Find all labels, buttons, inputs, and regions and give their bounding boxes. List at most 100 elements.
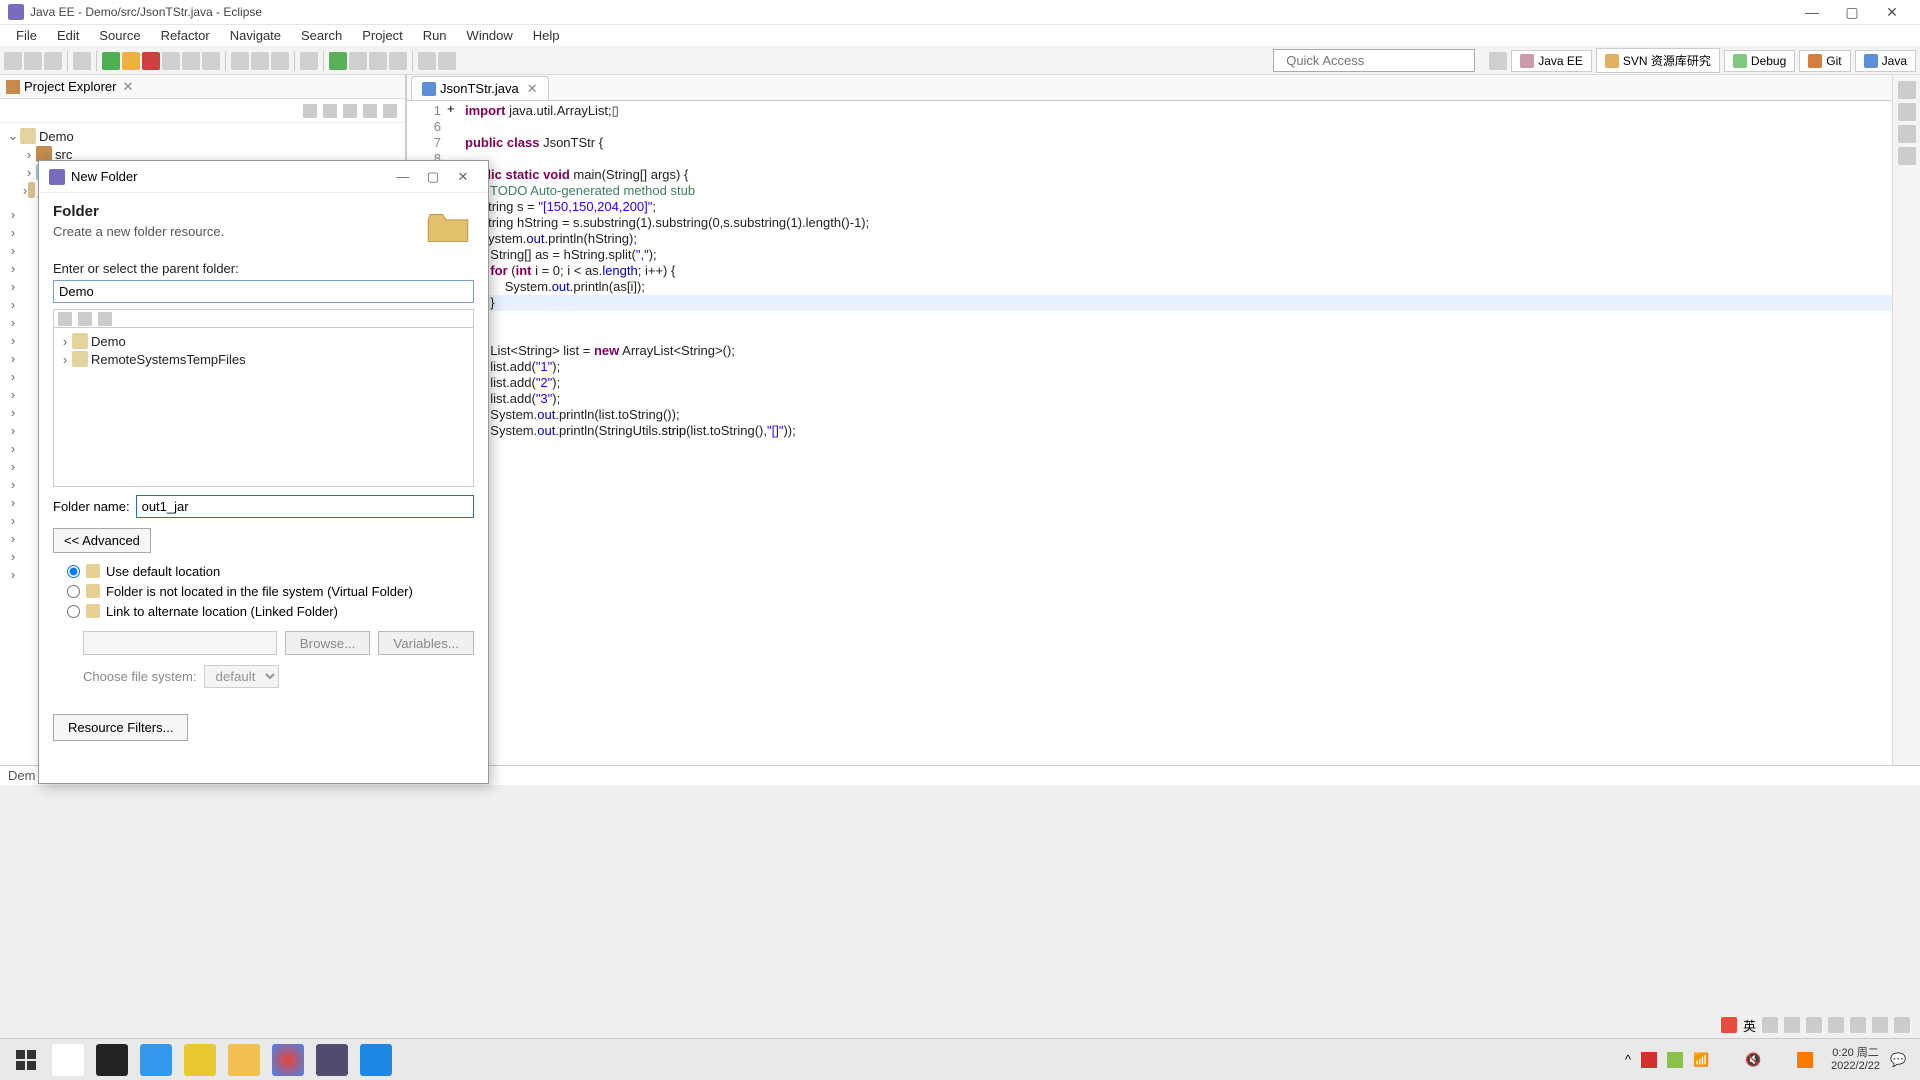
ime-voice-icon[interactable] bbox=[1806, 1017, 1822, 1033]
minimize-view-icon[interactable] bbox=[363, 104, 377, 118]
ime-lang[interactable]: 英 bbox=[1743, 1016, 1756, 1035]
taskbar-clock[interactable]: 0:20 周二2022/2/22 bbox=[1831, 1047, 1880, 1073]
menu-help[interactable]: Help bbox=[523, 26, 570, 45]
app2-icon[interactable] bbox=[184, 1044, 216, 1076]
dialog-folder-tree[interactable]: ›Demo ›RemoteSystemsTempFiles bbox=[53, 327, 474, 487]
ime-skin-icon[interactable] bbox=[1850, 1017, 1866, 1033]
menu-search[interactable]: Search bbox=[291, 26, 352, 45]
app1-icon[interactable] bbox=[96, 1044, 128, 1076]
search-icon[interactable] bbox=[300, 52, 318, 70]
link-editor-icon[interactable] bbox=[323, 104, 337, 118]
saveall-icon[interactable] bbox=[44, 52, 62, 70]
tasklist-icon[interactable] bbox=[1898, 103, 1916, 121]
ime-emoji-icon[interactable] bbox=[1784, 1017, 1800, 1033]
back-icon[interactable] bbox=[78, 312, 92, 326]
virtual-folder-radio[interactable]: Folder is not located in the file system… bbox=[67, 581, 474, 601]
sogou-icon[interactable] bbox=[1721, 1017, 1737, 1033]
menu-run[interactable]: Run bbox=[413, 26, 457, 45]
wifi-icon[interactable] bbox=[1719, 1052, 1735, 1068]
volume-icon[interactable]: 🔇 bbox=[1745, 1052, 1761, 1068]
save-icon[interactable] bbox=[24, 52, 42, 70]
file-explorer-icon[interactable] bbox=[228, 1044, 260, 1076]
tree-remote[interactable]: ›RemoteSystemsTempFiles bbox=[58, 350, 469, 368]
markers-icon[interactable] bbox=[1898, 125, 1916, 143]
maximize-view-icon[interactable] bbox=[383, 104, 397, 118]
minimize-button[interactable]: — bbox=[1792, 0, 1832, 25]
ime-toolbox-icon[interactable] bbox=[1872, 1017, 1888, 1033]
code-editor[interactable]: 1678910111213141516 + - import java.util… bbox=[407, 101, 1892, 765]
ime-keyboard-icon[interactable] bbox=[1828, 1017, 1844, 1033]
run-play-icon[interactable] bbox=[329, 52, 347, 70]
debug-icon[interactable] bbox=[122, 52, 140, 70]
linked-folder-radio[interactable]: Link to alternate location (Linked Folde… bbox=[67, 601, 474, 621]
open-perspective-icon[interactable] bbox=[1489, 52, 1507, 70]
window-close-button[interactable]: ✕ bbox=[1872, 0, 1912, 25]
eclipse-taskbar-icon[interactable] bbox=[316, 1044, 348, 1076]
collapse-all-icon[interactable] bbox=[303, 104, 317, 118]
quick-access-input[interactable] bbox=[1273, 49, 1475, 72]
folder-name-input[interactable] bbox=[136, 495, 474, 518]
menu-project[interactable]: Project bbox=[352, 26, 412, 45]
new-icon[interactable] bbox=[4, 52, 22, 70]
menu-refactor[interactable]: Refactor bbox=[151, 26, 220, 45]
close-icon[interactable]: ✕ bbox=[122, 79, 133, 95]
debug-bug-icon[interactable] bbox=[349, 52, 367, 70]
tree-demo[interactable]: ›Demo bbox=[58, 332, 469, 350]
dialog-maximize-button[interactable]: ▢ bbox=[418, 164, 448, 190]
advanced-button[interactable]: << Advanced bbox=[53, 528, 151, 553]
search-taskbar-icon[interactable] bbox=[52, 1044, 84, 1076]
ime-tray-icon[interactable] bbox=[1771, 1052, 1787, 1068]
chrome-icon[interactable] bbox=[272, 1044, 304, 1076]
perspective-git[interactable]: Git bbox=[1799, 50, 1850, 72]
step-over-icon[interactable] bbox=[182, 52, 200, 70]
view-menu-icon[interactable] bbox=[343, 104, 357, 118]
dialog-minimize-button[interactable]: — bbox=[388, 164, 418, 190]
fwd-icon[interactable] bbox=[98, 312, 112, 326]
perspective-debug[interactable]: Debug bbox=[1724, 50, 1795, 72]
resource-filters-button[interactable]: Resource Filters... bbox=[53, 714, 188, 741]
ext-tools-icon[interactable] bbox=[369, 52, 387, 70]
nav-fwd-icon[interactable] bbox=[438, 52, 456, 70]
properties-icon[interactable] bbox=[1898, 147, 1916, 165]
ime-punct-icon[interactable] bbox=[1762, 1017, 1778, 1033]
package-icon[interactable] bbox=[231, 52, 249, 70]
maximize-button[interactable]: ▢ bbox=[1832, 0, 1872, 25]
start-button[interactable] bbox=[16, 1050, 36, 1070]
perspective-java[interactable]: Java bbox=[1855, 50, 1916, 72]
menu-window[interactable]: Window bbox=[457, 26, 523, 45]
sogou-tray-icon[interactable] bbox=[1797, 1052, 1813, 1068]
menu-file[interactable]: File bbox=[6, 26, 47, 45]
perspective-svn[interactable]: SVN 资源库研究 bbox=[1596, 48, 1720, 73]
perspective-javaee[interactable]: Java EE bbox=[1511, 50, 1592, 72]
menu-source[interactable]: Source bbox=[89, 26, 150, 45]
class-icon[interactable] bbox=[251, 52, 269, 70]
server-icon[interactable] bbox=[271, 52, 289, 70]
browse-button[interactable]: Browse... bbox=[285, 631, 371, 655]
tree-project[interactable]: ⌄Demo bbox=[4, 127, 401, 145]
step-into-icon[interactable] bbox=[202, 52, 220, 70]
outline-icon[interactable] bbox=[1898, 81, 1916, 99]
file-system-select[interactable]: default bbox=[204, 665, 279, 688]
home-icon[interactable] bbox=[58, 312, 72, 326]
network-icon[interactable]: 📶 bbox=[1693, 1052, 1709, 1068]
tab-close-icon[interactable]: ✕ bbox=[527, 81, 538, 97]
ime-menu-icon[interactable] bbox=[1894, 1017, 1910, 1033]
tray-chevron-icon[interactable]: ^ bbox=[1625, 1052, 1631, 1067]
nav-back-icon[interactable] bbox=[418, 52, 436, 70]
dialog-close-button[interactable]: ✕ bbox=[448, 164, 478, 190]
app3-icon[interactable] bbox=[360, 1044, 392, 1076]
editor-tab-jsontstr[interactable]: JsonTStr.java ✕ bbox=[411, 76, 549, 100]
stop-icon[interactable] bbox=[142, 52, 160, 70]
use-default-radio[interactable]: Use default location bbox=[67, 561, 474, 581]
step-icon[interactable] bbox=[162, 52, 180, 70]
build-icon[interactable] bbox=[73, 52, 91, 70]
menu-navigate[interactable]: Navigate bbox=[220, 26, 291, 45]
project-explorer-tab[interactable]: Project Explorer ✕ bbox=[0, 75, 405, 99]
menu-edit[interactable]: Edit bbox=[47, 26, 89, 45]
variables-button[interactable]: Variables... bbox=[378, 631, 474, 655]
dropdown-icon[interactable] bbox=[389, 52, 407, 70]
sync-icon[interactable] bbox=[1667, 1052, 1683, 1068]
notification-icon[interactable]: 💬 bbox=[1890, 1052, 1906, 1068]
run-icon[interactable] bbox=[102, 52, 120, 70]
parent-folder-input[interactable] bbox=[53, 280, 474, 303]
